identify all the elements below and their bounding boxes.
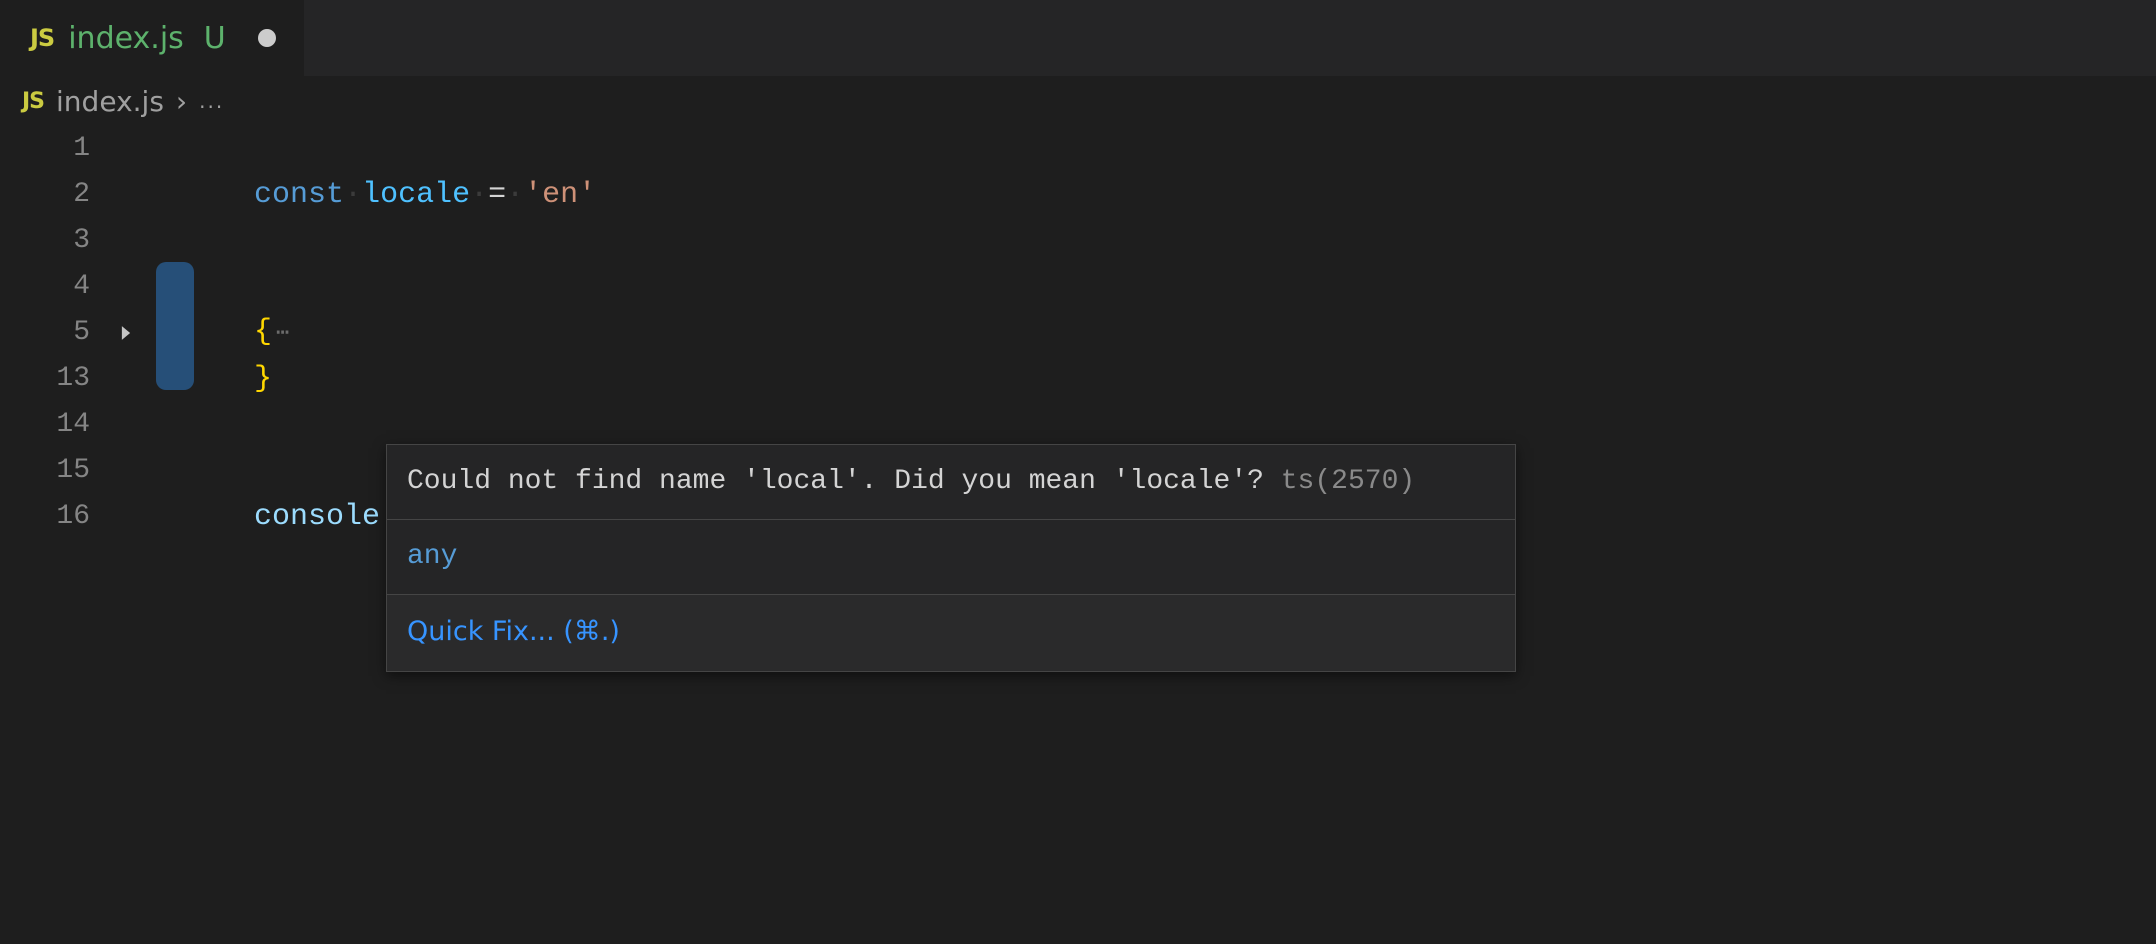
code-editor[interactable]: 1 2 const·locale·=·'en' 3 4 5 {⋯ 13	[0, 126, 2156, 540]
line-number: 3	[0, 218, 106, 264]
token-type: any	[407, 541, 457, 572]
tab-filename: index.js	[68, 21, 184, 56]
line-number: 15	[0, 448, 106, 494]
token-keyword: const	[254, 178, 344, 212]
tab-bar-empty	[305, 0, 2156, 76]
chevron-right-icon: ›	[176, 85, 187, 118]
fold-gutter[interactable]	[106, 322, 146, 344]
line-number: 4	[0, 264, 106, 310]
token-operator: =	[488, 178, 506, 212]
token-variable: locale	[362, 178, 470, 212]
folded-ellipsis-icon[interactable]: ⋯	[276, 321, 291, 346]
token-object: console	[254, 500, 380, 534]
unsaved-dot-icon	[258, 29, 276, 47]
quick-fix-row[interactable]: Quick Fix... (⌘.)	[387, 595, 1515, 671]
chevron-right-icon[interactable]	[115, 322, 137, 344]
whitespace-dot: ·	[470, 178, 488, 212]
diagnostic-text: Could not find name 'local'. Did you mea…	[407, 466, 1281, 497]
js-file-icon: JS	[30, 24, 54, 52]
quick-fix-link[interactable]: Quick Fix... (⌘.)	[407, 616, 620, 647]
tab-bar: JS index.js U	[0, 0, 2156, 76]
code-line[interactable]: 13 }	[0, 356, 2156, 402]
hover-type-info: any	[387, 520, 1515, 595]
breadcrumb-more[interactable]: ...	[199, 89, 224, 113]
diagnostic-code: ts(2570)	[1281, 466, 1415, 497]
token-brace: }	[254, 362, 272, 396]
tab-git-status: U	[204, 21, 226, 56]
whitespace-dot: ·	[344, 178, 362, 212]
breadcrumb[interactable]: JS index.js › ...	[0, 76, 2156, 126]
editor-tab[interactable]: JS index.js U	[0, 0, 305, 76]
breadcrumb-filename: index.js	[56, 85, 164, 118]
line-number: 2	[0, 172, 106, 218]
token-string: 'en'	[524, 178, 596, 212]
js-file-icon: JS	[22, 89, 44, 114]
line-number: 13	[0, 356, 106, 402]
line-number: 5	[0, 310, 106, 356]
whitespace-dot: ·	[506, 178, 524, 212]
code-line[interactable]: 2 const·locale·=·'en'	[0, 172, 2156, 218]
line-number: 1	[0, 126, 106, 172]
diagnostic-hover: Could not find name 'local'. Did you mea…	[386, 444, 1516, 672]
diagnostic-message: Could not find name 'local'. Did you mea…	[387, 445, 1515, 520]
token-brace: {	[254, 315, 272, 349]
code-line[interactable]: 3	[0, 218, 2156, 264]
code-line[interactable]: 14	[0, 402, 2156, 448]
line-number: 14	[0, 402, 106, 448]
line-number: 16	[0, 494, 106, 540]
